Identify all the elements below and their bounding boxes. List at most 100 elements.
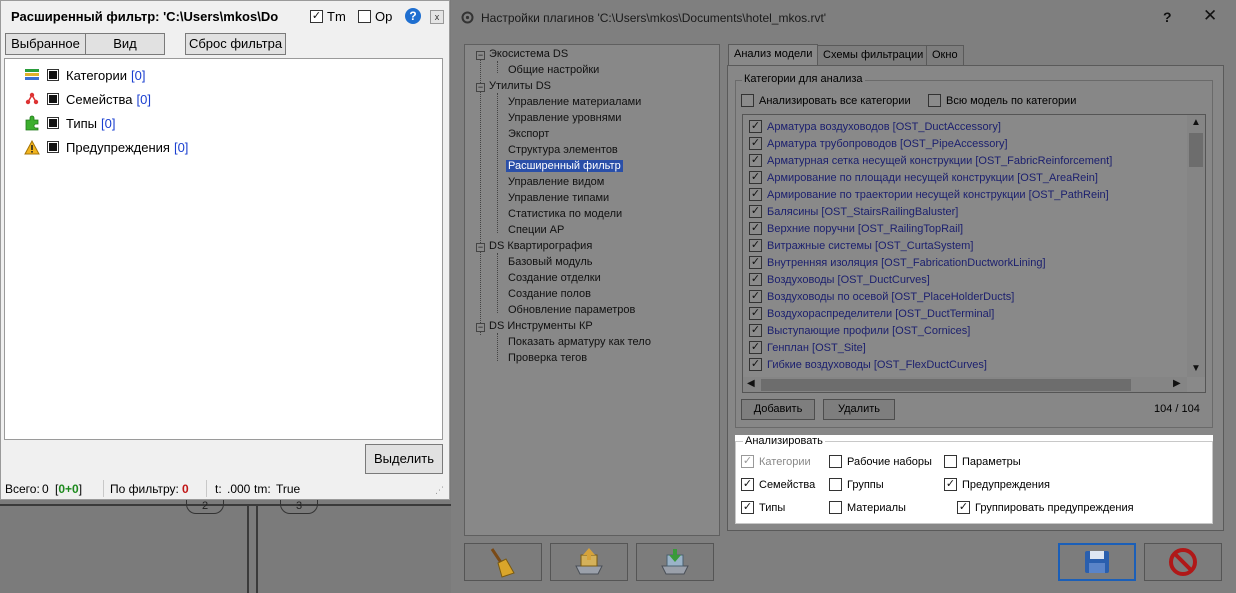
tree-checkbox[interactable] — [47, 141, 59, 153]
scroll-right-icon[interactable]: ▶ — [1173, 378, 1181, 389]
category-item[interactable]: Внутренняя изоляция [OST_FabricationDuct… — [749, 254, 1046, 271]
checkbox-box[interactable] — [749, 307, 762, 320]
option-groups[interactable]: Группы — [829, 478, 884, 491]
tab-window[interactable]: Окно — [926, 45, 964, 65]
option-worksets[interactable]: Рабочие наборы — [829, 455, 932, 468]
checkbox-box[interactable] — [944, 478, 957, 491]
option-families[interactable]: Семейства — [741, 478, 815, 491]
scroll-left-icon[interactable]: ◀ — [747, 378, 755, 389]
tree-item[interactable]: Проверка тегов — [508, 352, 587, 364]
close-button[interactable]: x — [430, 10, 444, 24]
add-button[interactable]: Добавить — [741, 399, 815, 420]
category-item[interactable]: Арматурная сетка несущей конструкции [OS… — [749, 152, 1112, 169]
tree-group[interactable]: DS Инструменты КР — [489, 320, 593, 332]
tree-item[interactable]: Создание отделки — [508, 272, 601, 284]
tree-checkbox[interactable] — [47, 93, 59, 105]
category-item[interactable]: Генплан [OST_Site] — [749, 339, 866, 356]
tree-item[interactable]: Показать арматуру как тело — [508, 336, 651, 348]
tree-item[interactable]: Управление материалами — [508, 96, 641, 108]
collapse-toggle-icon[interactable]: − — [476, 51, 485, 60]
tree-item[interactable]: Обновление параметров — [508, 304, 635, 316]
option-categories[interactable]: Категории — [741, 455, 811, 468]
checkbox-box[interactable] — [741, 478, 754, 491]
scroll-thumb[interactable] — [761, 379, 1131, 391]
tree-item[interactable]: Создание полов — [508, 288, 591, 300]
tree-item[interactable]: Управление видом — [508, 176, 604, 188]
category-item[interactable]: Армирование по площади несущей конструкц… — [749, 169, 1098, 186]
export-settings-button[interactable] — [636, 543, 714, 581]
tab-filter-schemes[interactable]: Схемы фильтрации — [817, 45, 930, 65]
collapse-toggle-icon[interactable]: − — [476, 323, 485, 332]
checkbox-box[interactable] — [749, 154, 762, 167]
category-item[interactable]: Гибкие воздуховоды [OST_FlexDuctCurves] — [749, 356, 987, 373]
tree-item[interactable]: Специи АР — [508, 224, 564, 236]
checkbox-box[interactable] — [310, 10, 323, 23]
clear-settings-button[interactable] — [464, 543, 542, 581]
cancel-button[interactable] — [1144, 543, 1222, 581]
select-button[interactable]: Выделить — [365, 444, 443, 474]
tm-checkbox[interactable]: Tm — [310, 9, 346, 24]
checkbox-box[interactable] — [749, 324, 762, 337]
selected-button[interactable]: Выбранное — [5, 33, 86, 55]
checkbox-box[interactable] — [749, 137, 762, 150]
tree-group[interactable]: Экосистема DS — [489, 48, 568, 60]
tree-item-categories[interactable]: Категории [0] — [23, 66, 145, 84]
tree-item[interactable]: Общие настройки — [508, 64, 599, 76]
tree-checkbox[interactable] — [47, 69, 59, 81]
checkbox-box[interactable] — [749, 120, 762, 133]
category-item[interactable]: Арматура воздуховодов [OST_DuctAccessory… — [749, 118, 1001, 135]
help-icon[interactable]: ? — [405, 8, 421, 24]
checkbox-box[interactable] — [749, 205, 762, 218]
tree-group[interactable]: DS Квартирография — [489, 240, 592, 252]
close-button[interactable]: ✕ — [1203, 6, 1217, 26]
checkbox-box[interactable] — [749, 188, 762, 201]
checkbox-box[interactable] — [749, 341, 762, 354]
checkbox-box[interactable] — [749, 239, 762, 252]
checkbox-box[interactable] — [749, 358, 762, 371]
tree-item-types[interactable]: Типы [0] — [23, 114, 115, 132]
save-button[interactable] — [1058, 543, 1136, 581]
checkbox-box[interactable] — [749, 273, 762, 286]
tree-item[interactable]: Управление уровнями — [508, 112, 621, 124]
collapse-toggle-icon[interactable]: − — [476, 83, 485, 92]
category-item[interactable]: Воздухораспределители [OST_DuctTerminal] — [749, 305, 994, 322]
tree-item[interactable]: Структура элементов — [508, 144, 618, 156]
option-materials[interactable]: Материалы — [829, 501, 906, 514]
checkbox-box[interactable] — [829, 455, 842, 468]
category-item[interactable]: Воздуховоды по осевой [OST_PlaceHolderDu… — [749, 288, 1014, 305]
collapse-toggle-icon[interactable]: − — [476, 243, 485, 252]
remove-button[interactable]: Удалить — [823, 399, 895, 420]
checkbox-box[interactable] — [741, 455, 754, 468]
category-item[interactable]: Балясины [OST_StairsRailingBaluster] — [749, 203, 958, 220]
checkbox-box[interactable] — [944, 455, 957, 468]
category-item[interactable]: Верхние поручни [OST_RailingTopRail] — [749, 220, 963, 237]
category-item[interactable]: Воздуховоды [OST_DuctCurves] — [749, 271, 930, 288]
category-item[interactable]: Витражные системы [OST_CurtaSystem] — [749, 237, 973, 254]
horizontal-scrollbar[interactable]: ◀ ▶ — [743, 377, 1187, 392]
checkbox-box[interactable] — [749, 290, 762, 303]
reset-filter-button[interactable]: Сброс фильтра — [185, 33, 286, 55]
help-button[interactable]: ? — [1163, 9, 1172, 25]
op-checkbox[interactable]: Op — [358, 9, 392, 24]
category-item[interactable]: Выступающие профили [OST_Cornices] — [749, 322, 970, 339]
checkbox-box[interactable] — [749, 256, 762, 269]
tab-model-analysis[interactable]: Анализ модели — [728, 44, 819, 66]
tree-group[interactable]: Утилиты DS — [489, 80, 551, 92]
option-types[interactable]: Типы — [741, 501, 785, 514]
category-item[interactable]: Арматура трубопроводов [OST_PipeAccessor… — [749, 135, 1008, 152]
view-button[interactable]: Вид — [85, 33, 165, 55]
tree-item[interactable]: Экспорт — [508, 128, 549, 140]
category-item[interactable]: Армирование по траектории несущей констр… — [749, 186, 1109, 203]
checkbox-box[interactable] — [358, 10, 371, 23]
tree-checkbox[interactable] — [47, 117, 59, 129]
option-warnings[interactable]: Предупреждения — [944, 478, 1050, 491]
vertical-scrollbar[interactable]: ▲ ▼ — [1187, 115, 1205, 377]
tree-item[interactable]: Управление типами — [508, 192, 609, 204]
tree-item-selected[interactable]: Расширенный фильтр — [506, 160, 623, 172]
import-settings-button[interactable] — [550, 543, 628, 581]
scroll-down-icon[interactable]: ▼ — [1191, 363, 1201, 374]
option-group-warnings[interactable]: Группировать предупреждения — [957, 501, 1134, 514]
checkbox-box[interactable] — [749, 171, 762, 184]
whole-model-checkbox[interactable]: Всю модель по категории — [928, 94, 1076, 107]
analyze-all-checkbox[interactable]: Анализировать все категории — [741, 94, 911, 107]
